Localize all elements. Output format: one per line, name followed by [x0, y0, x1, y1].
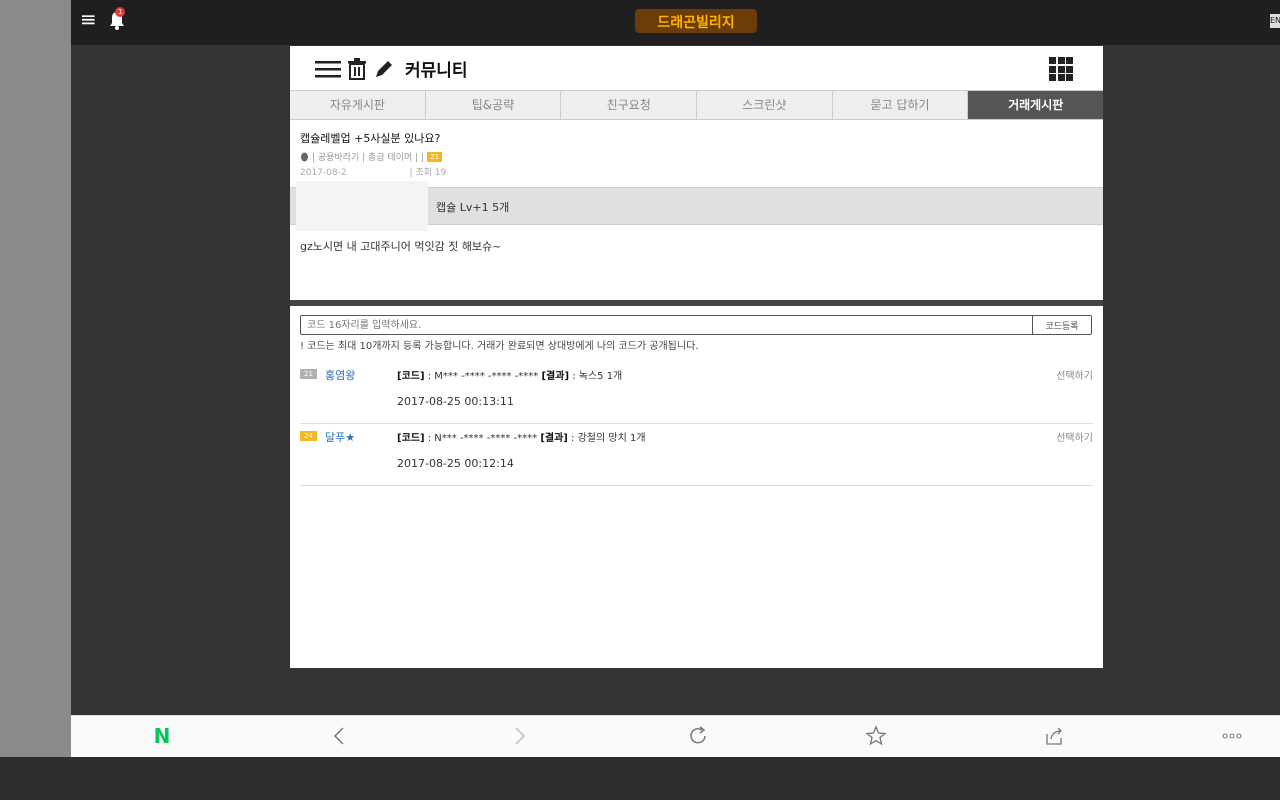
tab-screenshot[interactable]: 스크린샷 [697, 91, 833, 119]
select-link[interactable]: 선택하기 [1056, 429, 1093, 444]
entry-user[interactable]: 홍염왕 [325, 367, 355, 383]
tab-qna[interactable]: 묻고 답하기 [833, 91, 969, 119]
post-views: | 조회 19 [409, 168, 447, 178]
egg-icon [301, 152, 308, 161]
result-label: [결과] [541, 371, 570, 382]
browser-nav-bar: N [71, 715, 1280, 758]
code-label: [코드] [397, 371, 425, 382]
language-icon[interactable]: EN [1270, 14, 1280, 28]
code-entry: 24 달푸★ [코드] : N*** -**** -**** -**** [결과… [300, 423, 1093, 486]
result-value: : 녹스5 1개 [572, 371, 623, 382]
more-icon[interactable] [1217, 724, 1247, 748]
code-entry: 21 홍염왕 [코드] : M*** -**** -**** -**** [결과… [300, 361, 1093, 424]
post-date: 2017-08-2 [300, 168, 347, 178]
post-body: gz노시면 내 고대주니어 먹잇감 짓 해보슈~ [300, 240, 502, 253]
menu-icon[interactable] [315, 58, 341, 80]
bookmark-star-icon[interactable] [861, 724, 891, 748]
back-icon[interactable] [325, 724, 355, 748]
post-title: 캡슐레벨업 +5사실분 있나요? [300, 132, 441, 145]
item-image-area [296, 181, 428, 231]
trade-item-label: 캡슐 Lv+1 5개 [436, 201, 510, 214]
share-icon[interactable] [1039, 724, 1069, 748]
code-value: : M*** -**** -**** -**** [427, 371, 539, 382]
page-title: 커뮤니티 [405, 61, 468, 81]
community-header: 커뮤니티 [290, 46, 1103, 91]
post-meta: | 공용바라기 | 총금 테이머 | | 21 [290, 146, 1103, 163]
code-value: : N*** -**** -**** -**** [427, 433, 538, 444]
code-label: [코드] [397, 433, 425, 444]
entry-code-info: [코드] : N*** -**** -**** -**** [결과] : 강철의… [397, 429, 646, 444]
post-author-meta: | 공용바라기 | 총금 테이머 | | [312, 153, 425, 163]
code-input[interactable] [300, 315, 1039, 335]
tab-trade-board[interactable]: 거래게시판 [968, 91, 1104, 119]
entry-user[interactable]: 달푸★ [325, 429, 355, 445]
pencil-icon[interactable] [373, 58, 395, 80]
level-badge: 24 [300, 431, 317, 441]
board-tabs: 자유게시판 팁&공략 친구요청 스크린샷 묻고 답하기 거래게시판 [290, 91, 1104, 120]
tab-friend-request[interactable]: 친구요청 [561, 91, 698, 119]
grid-menu-icon[interactable] [1049, 57, 1073, 81]
register-code-button[interactable]: 코드등록 [1032, 315, 1092, 335]
logo[interactable]: 드래곤빌리지 [635, 6, 757, 36]
naver-home-button[interactable]: N [147, 724, 177, 748]
tab-tips[interactable]: 팁&공략 [426, 91, 562, 119]
post-card: 커뮤니티 자유게시판 팁&공략 친구요청 스크린샷 묻고 답하기 거래게시판 캡… [290, 46, 1104, 304]
tab-free-board[interactable]: 자유게시판 [290, 91, 426, 119]
result-label: [결과] [540, 433, 568, 444]
code-input-row: 코드등록 [300, 315, 1092, 337]
entry-date: 2017-08-25 00:13:11 [397, 395, 514, 408]
hamburger-icon[interactable]: ≡ [80, 9, 98, 29]
level-badge: 21 [300, 369, 317, 379]
entry-code-info: [코드] : M*** -**** -**** -**** [결과] : 녹스5… [397, 367, 622, 382]
refresh-icon[interactable] [683, 724, 713, 748]
select-link[interactable]: 선택하기 [1056, 367, 1093, 382]
trash-icon[interactable] [347, 57, 367, 80]
code-section: 코드등록 ! 코드는 최대 10개까지 등록 가능합니다. 거래가 완료되면 상… [290, 306, 1103, 668]
left-gutter [0, 0, 71, 757]
system-bar [0, 757, 1280, 800]
post-date-row: 2017-08-2 | 조회 19 [290, 163, 1103, 178]
top-bar: ≡ 1 드래곤빌리지 EN [71, 0, 1280, 45]
result-value: : 강철의 망치 1개 [571, 433, 646, 444]
entry-date: 2017-08-25 00:12:14 [397, 457, 514, 470]
forward-icon[interactable] [504, 724, 534, 748]
code-notice: ! 코드는 최대 10개까지 등록 가능합니다. 거래가 완료되면 상대방에게 … [300, 341, 699, 352]
level-badge: 21 [427, 151, 443, 162]
logo-text: 드래곤빌리지 [657, 15, 734, 31]
